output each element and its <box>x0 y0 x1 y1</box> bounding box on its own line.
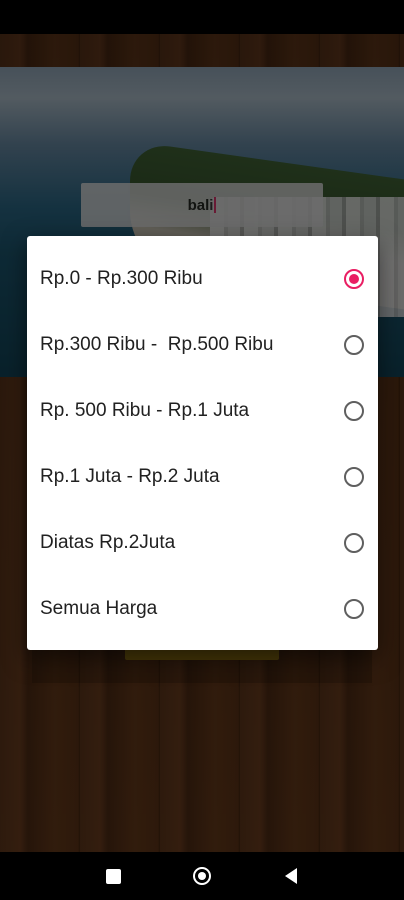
circle-home-icon <box>193 867 211 885</box>
price-option-1jt-2jt[interactable]: Rp.1 Juta - Rp.2 Juta <box>27 444 378 510</box>
price-option-300-500[interactable]: Rp.300 Ribu - Rp.500 Ribu <box>27 312 378 378</box>
radio-unselected-icon[interactable] <box>344 533 364 553</box>
back-button[interactable] <box>279 864 303 888</box>
radio-unselected-icon[interactable] <box>344 599 364 619</box>
triangle-back-icon <box>285 868 297 884</box>
price-option-label: Rp.300 Ribu - Rp.500 Ribu <box>40 334 274 355</box>
price-option-0-300[interactable]: Rp.0 - Rp.300 Ribu <box>27 246 378 312</box>
price-option-label: Rp.1 Juta - Rp.2 Juta <box>40 466 220 487</box>
system-navigation-bar <box>0 852 404 900</box>
home-button[interactable] <box>190 864 214 888</box>
status-bar <box>0 0 404 34</box>
square-icon <box>105 868 121 884</box>
price-option-label: Semua Harga <box>40 598 158 619</box>
price-option-all[interactable]: Semua Harga <box>27 576 378 642</box>
radio-unselected-icon[interactable] <box>344 467 364 487</box>
price-option-label: Rp.0 - Rp.300 Ribu <box>40 268 203 289</box>
radio-unselected-icon[interactable] <box>344 401 364 421</box>
price-option-label: Diatas Rp.2Juta <box>40 532 176 553</box>
radio-unselected-icon[interactable] <box>344 335 364 355</box>
app-screen: bali Rp.0 - Rp.300 Ribu Rp.300 Ribu - Rp… <box>0 0 404 900</box>
price-option-above-2jt[interactable]: Diatas Rp.2Juta <box>27 510 378 576</box>
recent-apps-button[interactable] <box>101 864 125 888</box>
price-option-500-1jt[interactable]: Rp. 500 Ribu - Rp.1 Juta <box>27 378 378 444</box>
price-filter-dialog: Rp.0 - Rp.300 Ribu Rp.300 Ribu - Rp.500 … <box>27 236 378 650</box>
price-option-label: Rp. 500 Ribu - Rp.1 Juta <box>40 400 250 421</box>
radio-selected-icon[interactable] <box>344 269 364 289</box>
